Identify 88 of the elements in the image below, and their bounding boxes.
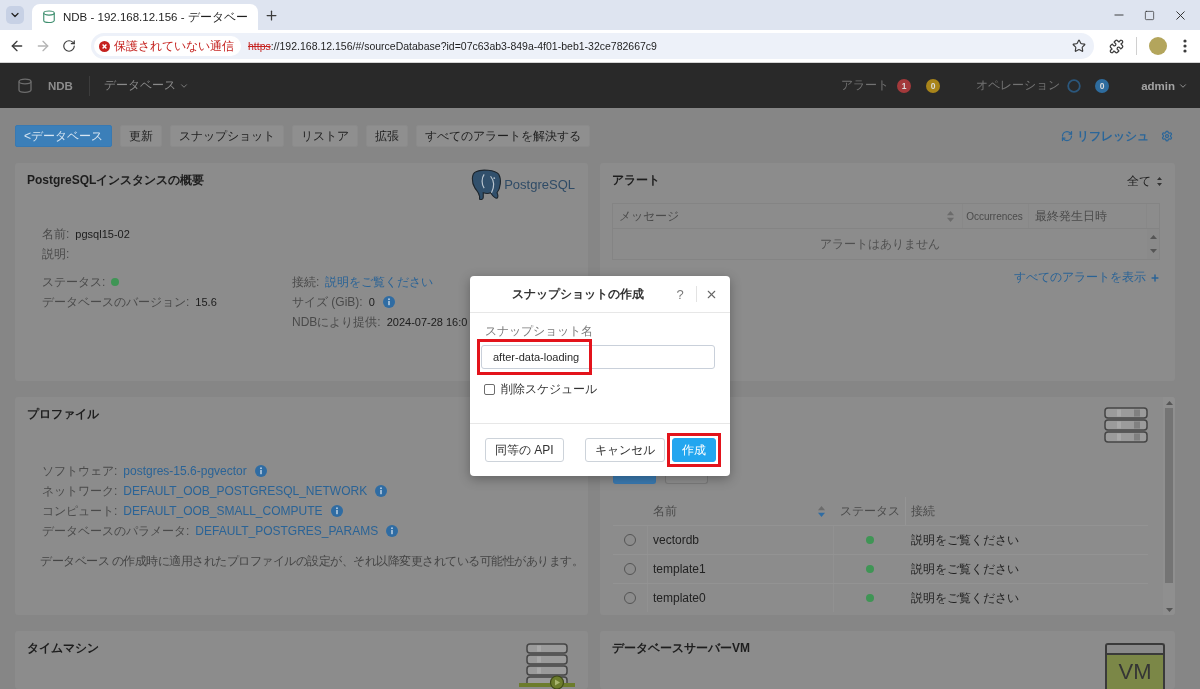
error-icon [99,40,110,52]
server-stack-icon [1104,407,1148,443]
menu-icon [1183,39,1187,53]
toolbar-button[interactable]: <データベース [15,125,112,147]
profile-avatar[interactable] [1149,37,1167,55]
alert-count-badge[interactable]: 1 [897,78,912,93]
table-cell: vectordb [648,526,834,554]
scrollbar-thumb[interactable] [1165,408,1173,583]
field-label: 説明: [42,245,70,263]
toolbar-button[interactable]: 更新 [120,125,162,147]
operations-label[interactable]: オペレーション [976,77,1061,94]
server-play-icon [519,643,575,689]
star-icon [1072,39,1086,53]
tab-list-button[interactable] [6,6,24,24]
dialog-button[interactable]: 同等の API [485,438,564,462]
toolbar-button[interactable]: 拡張 [366,125,408,147]
address-bar[interactable]: 保護されていない通信 https://192.168.12.156/#/sourceDatabase?id=07c63ab3-849a-4f01-beb1-32ce782667c9 [91,33,1094,59]
field-label: スナップショット名 [484,324,594,339]
sort-icon[interactable] [818,505,825,517]
plus-icon [1150,272,1160,283]
scroll-down-arrow-icon[interactable] [1165,608,1173,612]
elephant-icon [470,168,503,201]
alert-count-badge[interactable]: 0 [926,78,941,93]
dialog-title: スナップショットの作成 [511,285,645,303]
column-header[interactable]: メッセージ [619,207,679,225]
alerts-label[interactable]: アラート [841,77,890,94]
help-button[interactable]: ? [673,286,687,302]
logo-text: PostgreSQL [504,177,575,192]
url-text[interactable]: https://192.168.12.156/#/sourceDatabase?id=07c63ab3-849a-4f01-beb1-32ce782667c9 [248,40,657,52]
column-header: Occurrences [966,210,1023,222]
field-label: 接続: [292,273,320,291]
security-warning-chip[interactable]: 保護されていない通信 [94,36,241,56]
database-icon [17,77,33,94]
info-icon[interactable] [330,505,343,517]
column-header[interactable]: 名前 [653,502,677,520]
field-value: 0 [368,296,375,308]
info-icon[interactable] [382,296,395,308]
toolbar-button[interactable]: リストア [292,125,358,147]
snapshot-name-input[interactable]: after-data-loading [481,345,715,369]
card-title: PostgreSQLインスタンスの概要 [27,173,205,188]
product-name: NDB [48,79,73,92]
vm-icon-label: VM [1118,660,1152,684]
user-menu[interactable]: admin [1141,79,1188,92]
puzzle-icon [1108,38,1124,54]
operation-count-badge[interactable]: 0 [1095,78,1110,93]
field-label: 名前: [42,225,70,243]
column-header: 最終発生日時 [1035,207,1107,225]
section-menu[interactable]: データベース [103,77,189,94]
tab-button[interactable] [665,476,708,484]
checkbox[interactable] [484,384,495,395]
card-title: アラート [612,173,660,188]
info-icon[interactable] [375,485,388,497]
database-icon [42,10,56,24]
table-cell-text: 説明をご覧ください [910,589,1020,607]
dialog-button[interactable]: 作成 [672,438,716,462]
column-header: 接続 [911,502,935,520]
card-title: プロファイル [27,407,99,422]
reload-icon [62,39,76,53]
field-value: pgsql15-02 [75,228,130,240]
refresh-icon [1061,130,1073,142]
field-value: 2024-07-28 16:0 [386,316,468,328]
arrow-right-icon [35,38,51,54]
dialog-button[interactable]: キャンセル [585,438,665,462]
card-title: データベースサーバーVM [612,641,750,656]
sort-arrows-icon [1157,177,1162,186]
field-value: 15.6 [195,296,217,308]
table-cell: template0 [648,584,834,612]
browser-tab[interactable]: NDB - 192.168.12.156 - データベー [32,4,258,30]
checkbox-label[interactable]: 削除スケジュール [501,381,597,398]
table-cell-text: 説明をご覧ください [910,560,1020,578]
table-cell-text: 説明をご覧ください [910,531,1020,549]
scroll-up-arrow-icon[interactable] [1165,401,1173,405]
toolbar-button[interactable]: スナップショット [170,125,284,147]
toolbar-button[interactable]: すべてのアラートを解決する [416,125,590,147]
info-icon[interactable] [386,525,399,537]
field-label: サイズ (GiB): [292,293,363,311]
scroll-down-arrow-icon[interactable] [1149,249,1157,253]
plus-icon [264,7,280,23]
info-icon[interactable] [254,465,267,477]
table-cell: template1 [648,555,834,583]
circle-icon [1067,78,1082,93]
card-title: タイムマシン [27,641,99,656]
alert-filter-dropdown[interactable]: 全て [1127,173,1162,190]
scroll-up-arrow-icon[interactable] [1149,235,1157,239]
tab-button[interactable] [613,476,656,484]
maximize-icon [1144,9,1155,21]
sort-icon[interactable] [947,210,954,222]
settings-icon [1161,130,1173,142]
